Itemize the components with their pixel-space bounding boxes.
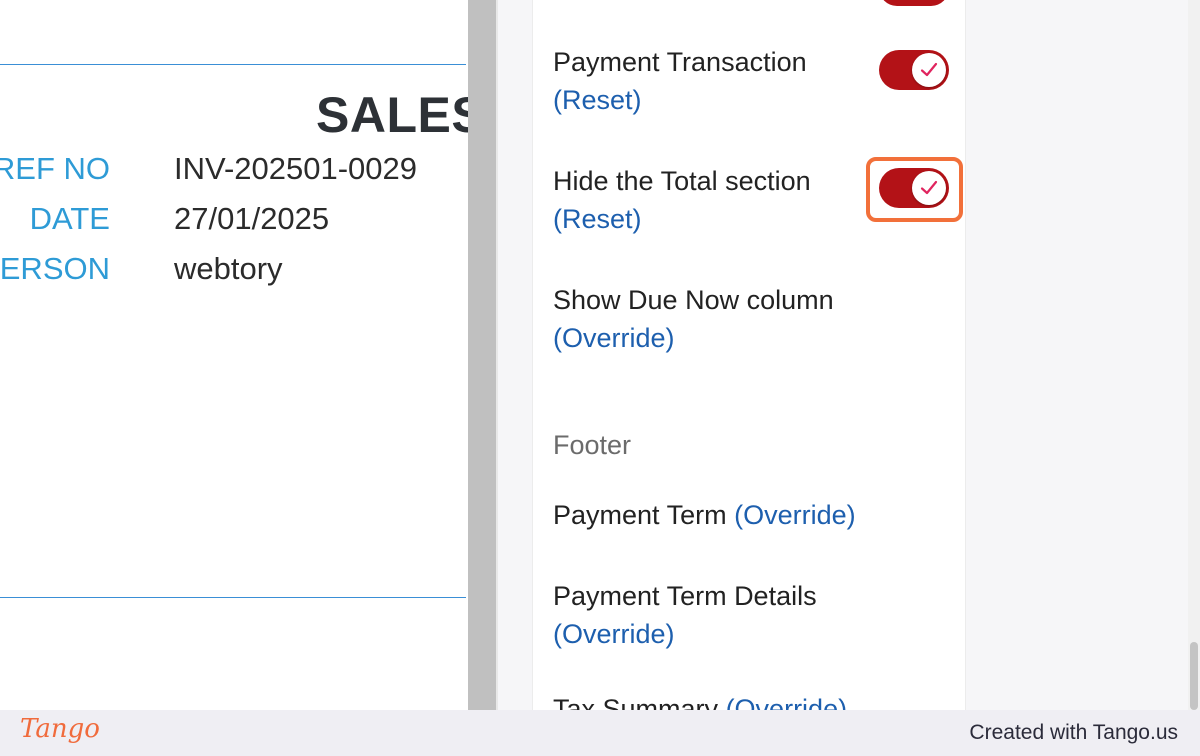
reset-link[interactable]: (Reset) <box>553 81 807 119</box>
panel-gutter <box>498 0 532 710</box>
override-link[interactable]: (Override) <box>726 694 848 710</box>
setting-label: Show Due Now column <box>553 285 834 315</box>
override-link[interactable]: (Override) <box>553 615 817 653</box>
setting-label: Hide the Total section <box>553 166 811 196</box>
setting-payment-term: Payment Term (Override) <box>553 496 856 534</box>
setting-label: Payment Term Details <box>553 581 817 611</box>
header-divider-line <box>0 64 466 65</box>
toggle-knob <box>912 53 946 87</box>
reset-link[interactable]: (Reset) <box>553 200 811 238</box>
scrollbar-track[interactable] <box>1188 0 1200 710</box>
section-divider-line <box>0 597 466 598</box>
panel-background <box>966 0 1188 710</box>
checkmark-icon <box>920 62 938 77</box>
setting-show-due-now-column: Show Due Now column (Override) <box>553 281 834 357</box>
document-title: SALES <box>316 87 468 143</box>
created-with-text: Created with Tango.us <box>969 721 1178 744</box>
invoice-preview: SALES REF NO INV-202501-0029 DATE 27/01/… <box>0 0 468 710</box>
override-link[interactable]: (Override) <box>734 500 856 530</box>
ref-no-label: REF NO <box>0 151 110 186</box>
setting-payment-term-details: Payment Term Details (Override) <box>553 577 817 653</box>
payment-transaction-toggle[interactable] <box>879 50 949 90</box>
date-label: DATE <box>29 201 110 236</box>
date-value: 27/01/2025 <box>174 201 330 236</box>
pane-resize-divider[interactable] <box>468 0 498 710</box>
footer-section-heading: Footer <box>553 430 632 460</box>
setting-hide-total-section: Hide the Total section (Reset) <box>553 162 811 238</box>
tango-footer: Tango Created with Tango.us <box>0 710 1200 756</box>
setting-label: Tax Summary <box>553 694 719 710</box>
ref-no-value: INV-202501-0029 <box>174 151 418 186</box>
override-link[interactable]: (Override) <box>553 319 834 357</box>
scrollbar-thumb[interactable] <box>1190 642 1198 710</box>
setting-label: Payment Term <box>553 500 727 530</box>
setting-payment-transaction: Payment Transaction (Reset) <box>553 43 807 119</box>
tango-logo: Tango <box>20 714 100 744</box>
salesperson-label: ERSON <box>0 251 110 286</box>
click-highlight-box <box>866 157 963 222</box>
app-window: SALES REF NO INV-202501-0029 DATE 27/01/… <box>0 0 1200 710</box>
salesperson-value: webtory <box>174 251 283 286</box>
setting-tax-summary: Tax Summary (Override) <box>553 694 847 710</box>
setting-label: Payment Transaction <box>553 47 807 77</box>
